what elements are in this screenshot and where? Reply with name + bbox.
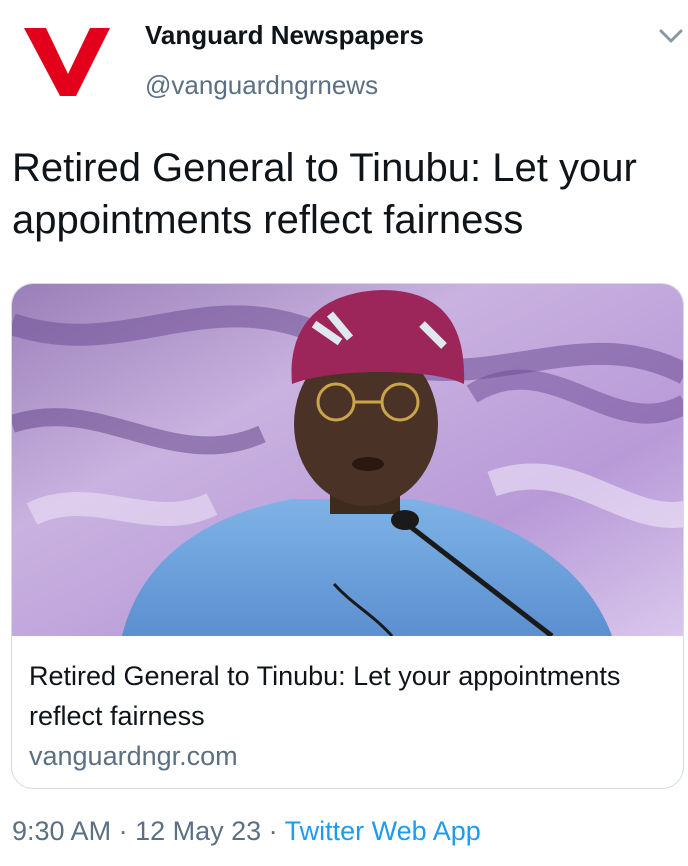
tweet-meta: 9:30 AM · 12 May 23 · Twitter Web App [12,816,481,847]
chevron-down-icon[interactable] [658,26,684,46]
tweet-date[interactable]: 12 May 23 [135,816,261,846]
card-title[interactable]: Retired General to Tinubu: Let your appo… [29,656,669,736]
account-handle[interactable]: @vanguardngrnews [145,70,378,101]
tweet-time[interactable]: 9:30 AM [12,816,111,846]
meta-separator-2: · [261,816,285,846]
meta-separator: · [111,816,136,846]
tweet: Vanguard Newspapers @vanguardngrnews Ret… [0,0,688,866]
account-name[interactable]: Vanguard Newspapers [145,20,424,51]
article-image [12,284,683,636]
link-card[interactable]: Retired General to Tinubu: Let your appo… [11,283,684,789]
avatar[interactable] [18,14,114,110]
tweet-text: Retired General to Tinubu: Let your appo… [12,146,637,242]
tweet-source[interactable]: Twitter Web App [285,816,481,846]
card-domain[interactable]: vanguardngr.com [29,736,669,776]
card-text[interactable]: Retired General to Tinubu: Let your appo… [29,656,669,776]
vanguard-logo [24,28,110,96]
